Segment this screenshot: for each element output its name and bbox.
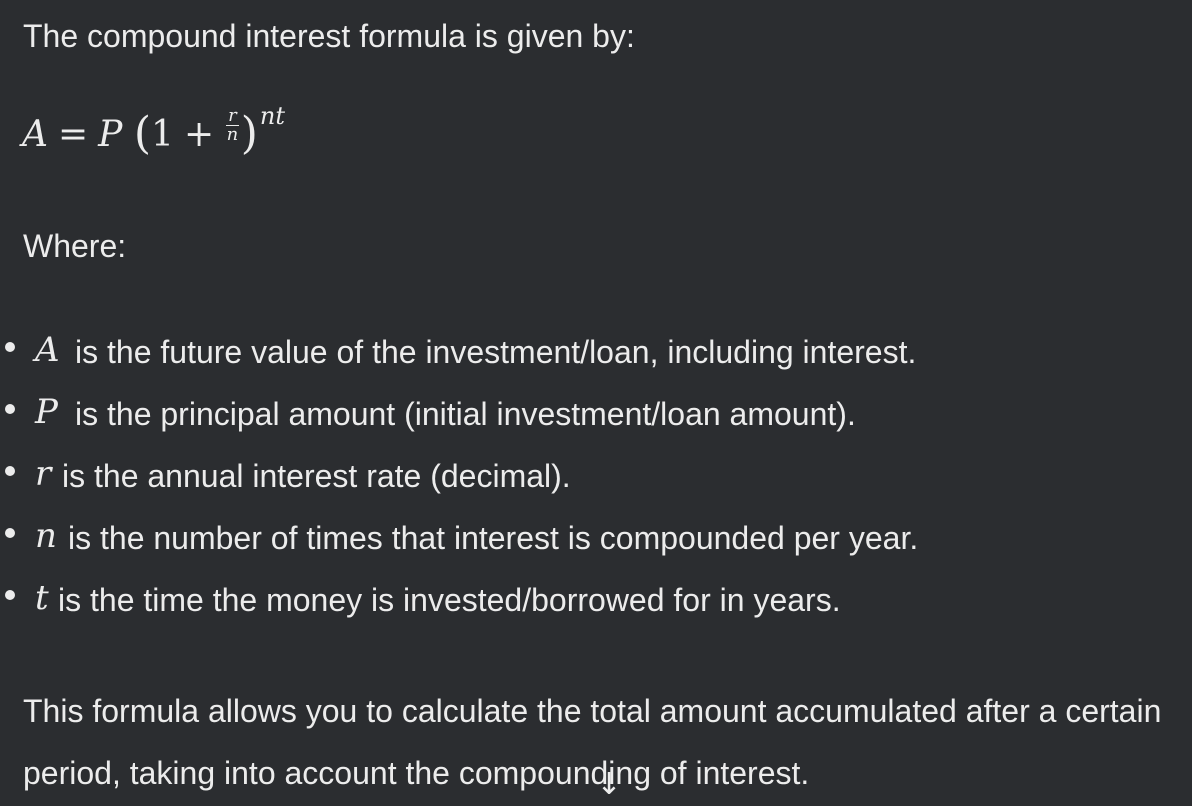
variable-symbol: n: [35, 516, 57, 556]
formula-close-paren: ): [240, 108, 258, 159]
variable-description: is the number of times that interest is …: [68, 520, 919, 556]
compound-interest-formula: A = P (1 + r n)nt: [22, 102, 285, 168]
formula-future-value: A: [22, 114, 48, 155]
formula-open-paren: (: [133, 108, 152, 159]
formula-principal: P: [98, 114, 123, 155]
formula-denominator: n: [226, 124, 239, 145]
bullet-icon: [5, 528, 15, 538]
variable-symbol: A: [35, 330, 60, 370]
variable-description: is the annual interest rate (decimal).: [62, 458, 571, 494]
formula-fraction: rn: [226, 107, 239, 144]
variable-symbol: t: [35, 578, 49, 618]
intro-text: The compound interest formula is given b…: [23, 18, 635, 54]
formula-plus: +: [183, 114, 215, 155]
where-label: Where:: [23, 228, 127, 264]
arrow-down-icon: ↓: [596, 767, 622, 802]
formula-equals: =: [58, 114, 89, 155]
bullet-icon: [5, 466, 15, 476]
variable-description: is the future value of the investment/lo…: [75, 334, 917, 370]
chat-message: The compound interest formula is given b…: [0, 0, 1192, 806]
variable-symbol: P: [35, 392, 58, 432]
variable-symbol: r: [35, 454, 52, 494]
bullet-icon: [5, 590, 15, 600]
bullet-icon: [5, 342, 15, 352]
variable-description: is the principal amount (initial investm…: [75, 396, 856, 432]
bullet-icon: [5, 404, 15, 414]
formula-exponent: nt: [259, 102, 285, 130]
variable-description: is the time the money is invested/borrow…: [58, 582, 841, 618]
formula-one: 1: [151, 114, 174, 155]
scroll-to-bottom-button[interactable]: ↓: [591, 770, 627, 806]
